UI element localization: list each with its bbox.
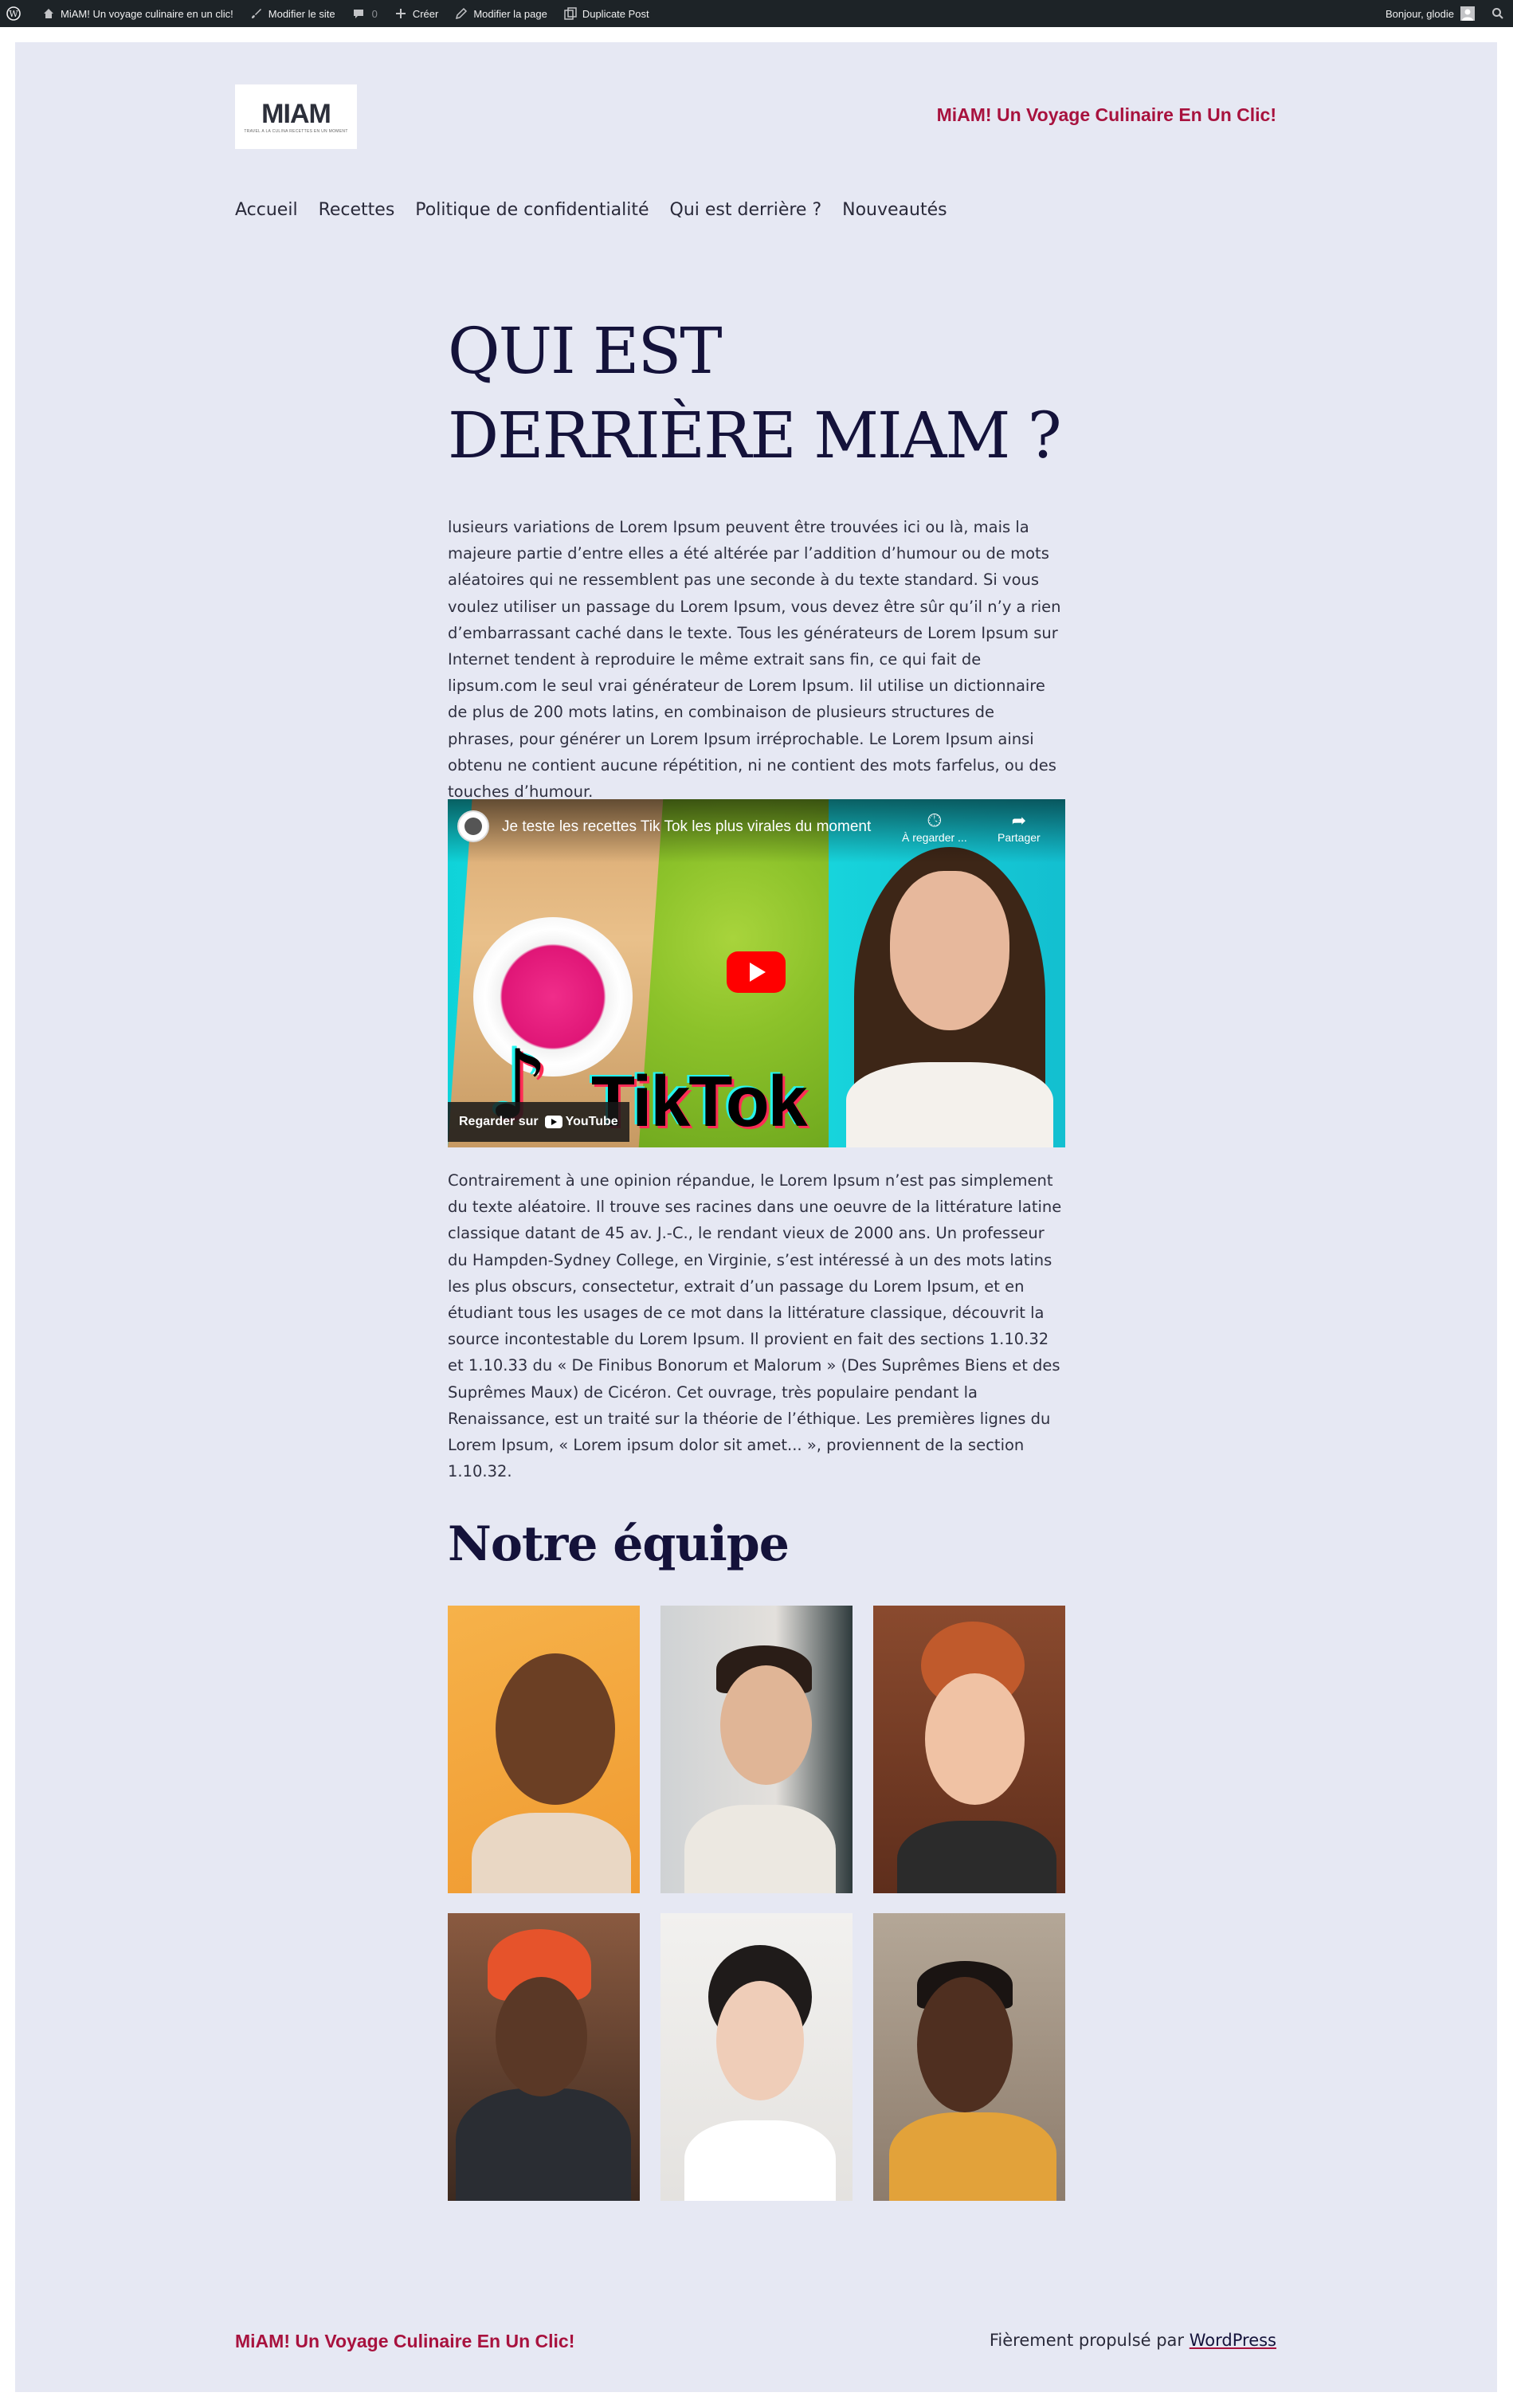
nav-item-recettes[interactable]: Recettes bbox=[319, 200, 395, 220]
share-button[interactable]: ➦ Partager bbox=[998, 810, 1041, 844]
nav-item-politique[interactable]: Politique de confidentialité bbox=[415, 200, 649, 220]
channel-avatar[interactable] bbox=[457, 810, 489, 842]
nav-item-qui-est-derriere[interactable]: Qui est derrière ? bbox=[670, 200, 822, 220]
nav-item-accueil[interactable]: Accueil bbox=[235, 200, 298, 220]
admin-edit-site[interactable]: Modifier le site bbox=[241, 0, 343, 27]
site-header: MIAM TRAVEL A LA CULINA RECETTES EN UN M… bbox=[15, 42, 1497, 220]
admin-duplicate-label: Duplicate Post bbox=[582, 7, 649, 20]
team-photo-1 bbox=[448, 1606, 640, 1893]
share-icon: ➦ bbox=[1011, 810, 1027, 830]
team-photo-3 bbox=[873, 1606, 1065, 1893]
page-title: QUI EST DERRIÈRE MIAM ? bbox=[448, 314, 1062, 473]
home-icon bbox=[41, 6, 56, 21]
wordpress-icon: W bbox=[6, 6, 21, 21]
admin-comments-count: 0 bbox=[371, 7, 378, 20]
logo-wordmark: MIAM bbox=[261, 98, 331, 129]
svg-text:W: W bbox=[9, 9, 18, 19]
admin-bar: W MiAM! Un voyage culinaire en un clic! … bbox=[0, 0, 1513, 27]
team-photo-2 bbox=[660, 1606, 853, 1893]
share-label: Partager bbox=[998, 831, 1041, 844]
paintbrush-icon bbox=[249, 6, 264, 21]
admin-new-content[interactable]: Créer bbox=[386, 0, 447, 27]
plus-icon bbox=[394, 6, 408, 21]
youtube-logo-text: YouTube bbox=[565, 1115, 618, 1128]
thumbnail-face bbox=[890, 871, 1009, 1030]
team-photo-4 bbox=[448, 1913, 640, 2201]
search-icon bbox=[1491, 6, 1505, 21]
video-title[interactable]: Je teste les recettes Tik Tok les plus v… bbox=[502, 818, 871, 836]
admin-my-account[interactable]: Bonjour, glodie bbox=[1378, 0, 1483, 27]
watch-later-label: À regarder ... bbox=[902, 831, 967, 844]
play-icon bbox=[750, 963, 766, 982]
wordpress-link[interactable]: WordPress bbox=[1190, 2331, 1276, 2350]
clock-icon: 🕓︎ bbox=[927, 810, 942, 830]
site-frame: MIAM TRAVEL A LA CULINA RECETTES EN UN M… bbox=[15, 42, 1497, 2392]
admin-site-name-label: MiAM! Un voyage culinaire en un clic! bbox=[61, 7, 233, 20]
footer-credit: Fièrement propulsé par WordPress bbox=[990, 2331, 1276, 2350]
thumbnail-shirt bbox=[846, 1062, 1053, 1147]
site-title[interactable]: MiAM! Un Voyage Culinaire En Un Clic! bbox=[937, 104, 1276, 126]
team-heading: Notre équipe bbox=[448, 1516, 790, 1572]
team-photo-6 bbox=[873, 1913, 1065, 2201]
nav-item-nouveautes[interactable]: Nouveautés bbox=[842, 200, 947, 220]
intro-paragraph: lusieurs variations de Lorem Ipsum peuve… bbox=[448, 518, 1061, 802]
watch-later-button[interactable]: 🕓︎ À regarder ... bbox=[902, 810, 967, 844]
history-paragraph: Contrairement à une opinion répandue, le… bbox=[448, 1171, 1062, 1481]
pencil-icon bbox=[454, 6, 468, 21]
wp-logo-menu[interactable]: W bbox=[0, 0, 33, 27]
comment-icon bbox=[351, 6, 366, 21]
watch-on-label: Regarder sur bbox=[459, 1115, 539, 1128]
admin-edit-page-label: Modifier la page bbox=[473, 7, 547, 20]
admin-edit-site-label: Modifier le site bbox=[268, 7, 335, 20]
admin-duplicate-post[interactable]: Duplicate Post bbox=[555, 0, 657, 27]
admin-new-label: Créer bbox=[412, 7, 439, 20]
admin-greeting: Bonjour, glodie bbox=[1385, 7, 1454, 20]
team-photo-5 bbox=[660, 1913, 853, 2201]
watch-on-youtube-button[interactable]: Regarder sur YouTube bbox=[448, 1102, 629, 1142]
play-button[interactable] bbox=[727, 951, 786, 993]
youtube-embed[interactable]: ♪ TikTok Je teste les recettes Tik Tok l… bbox=[448, 799, 1065, 1147]
avatar-icon bbox=[1460, 6, 1475, 21]
admin-edit-page[interactable]: Modifier la page bbox=[446, 0, 555, 27]
admin-comments[interactable]: 0 bbox=[343, 0, 386, 27]
main-navigation: Accueil Recettes Politique de confidenti… bbox=[235, 200, 968, 220]
logo-tagline: TRAVEL A LA CULINA RECETTES EN UN MOMENT bbox=[244, 128, 348, 134]
site-logo[interactable]: MIAM TRAVEL A LA CULINA RECETTES EN UN M… bbox=[235, 84, 357, 149]
duplicate-icon bbox=[563, 6, 578, 21]
footer-site-title[interactable]: MiAM! Un Voyage Culinaire En Un Clic! bbox=[235, 2331, 574, 2352]
youtube-icon bbox=[544, 1116, 562, 1128]
footer-credit-prefix: Fièrement propulsé par bbox=[989, 2331, 1190, 2350]
admin-site-name[interactable]: MiAM! Un voyage culinaire en un clic! bbox=[33, 0, 241, 27]
youtube-logo: YouTube bbox=[544, 1115, 618, 1129]
admin-search[interactable] bbox=[1483, 0, 1513, 27]
